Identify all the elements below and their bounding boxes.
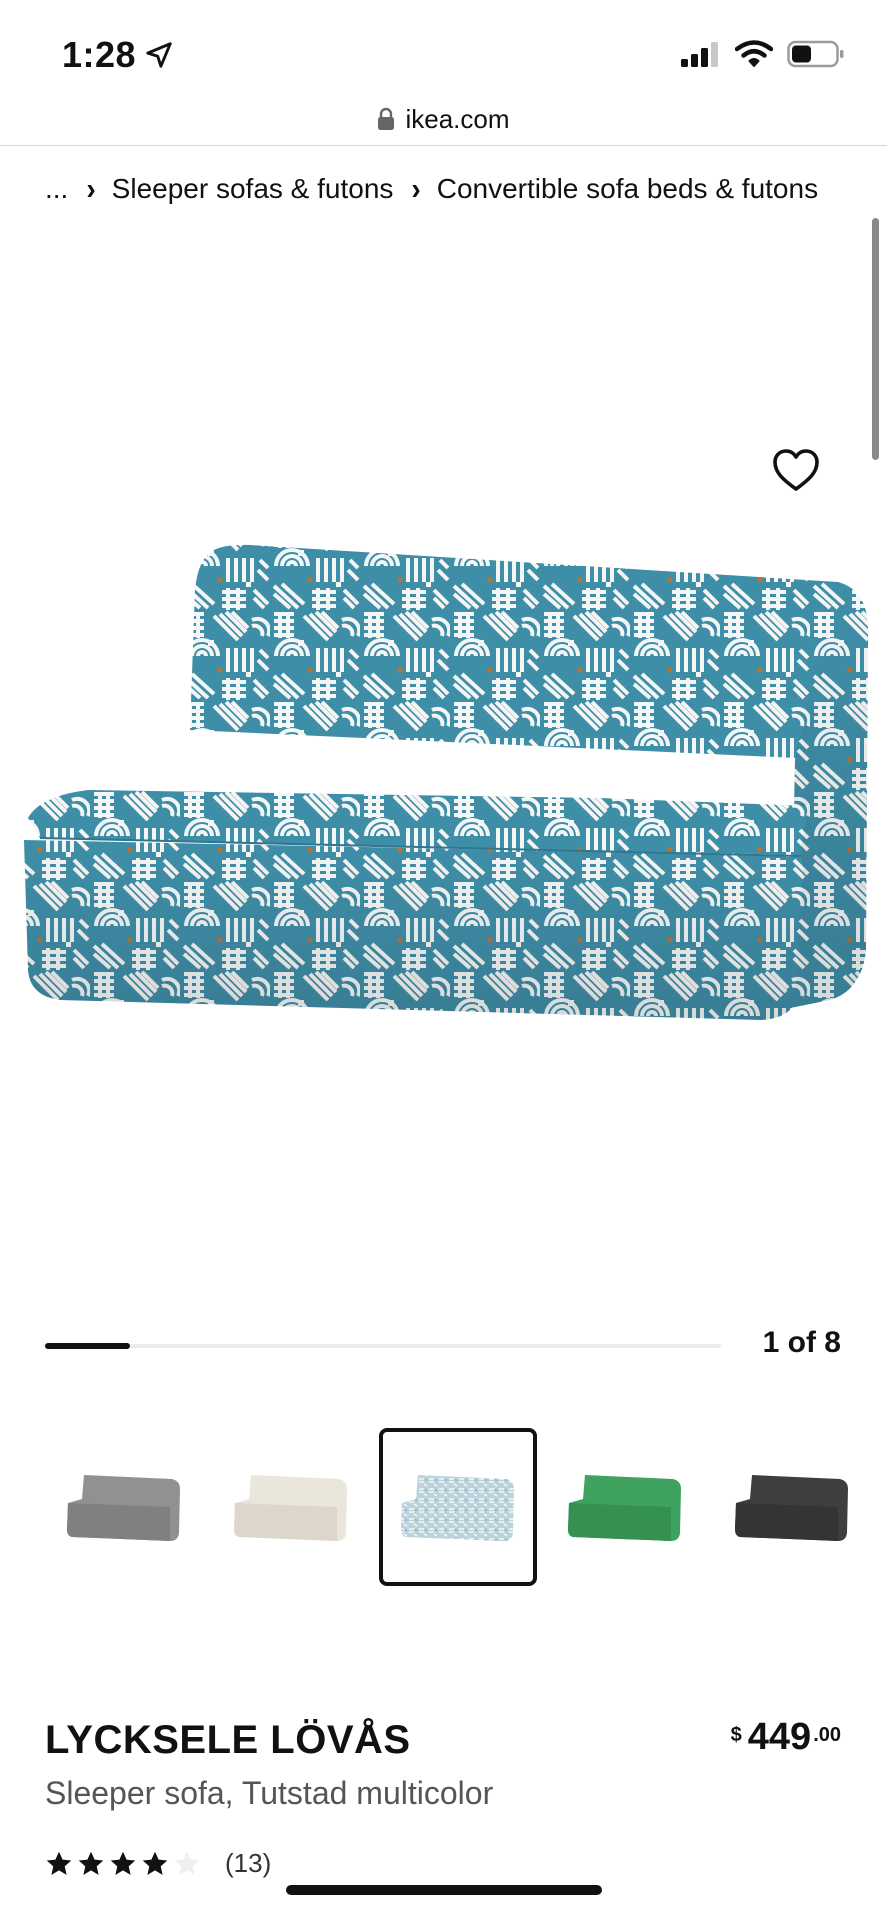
breadcrumb-item-more[interactable]: ... [45,173,68,204]
sofa-thumb-image [401,1475,514,1541]
page-scrollbar[interactable] [872,218,879,460]
sofa-thumb-image [67,1475,180,1541]
status-icons [681,40,845,68]
variant-thumb-tutstad-multicolor[interactable] [379,1428,537,1586]
sofa-thumb-image [568,1475,681,1541]
variant-thumb-gray[interactable] [45,1428,203,1586]
review-count: (13) [225,1848,272,1878]
product-price: $ 449 .00 [731,1716,841,1759]
star-filled-icon [46,1851,72,1875]
variant-thumb-dark-gray[interactable] [713,1428,871,1586]
carousel-progress-track [45,1344,721,1348]
price-cents: .00 [813,1724,841,1746]
variant-thumb-beige[interactable] [212,1428,370,1586]
star-filled-icon [78,1851,104,1875]
sofa-thumb-image [735,1475,848,1541]
carousel-progress-fill [45,1343,130,1349]
address-bar[interactable]: ikea.com [0,92,887,146]
star-filled-icon [142,1851,168,1875]
image-counter: 1 of 8 [762,1326,841,1359]
breadcrumb-item-sleeper-sofas[interactable]: Sleeper sofas & futons [112,173,394,204]
battery-icon [787,40,844,68]
rating-stars [45,1850,201,1878]
product-name: LYCKSELE LÖVÅS [45,1718,411,1762]
url-text: ikea.com [405,103,510,134]
chevron-right-icon: › [86,171,96,206]
variant-thumbnails [45,1428,887,1588]
location-arrow-icon [146,42,172,68]
product-rating[interactable]: (13) [45,1848,271,1879]
status-time-text: 1:28 [62,34,137,75]
cellular-signal-icon [681,42,718,67]
url-divider [0,145,887,146]
sofa-thumb-image [234,1475,347,1541]
wifi-icon [735,40,773,67]
breadcrumb: ... › Sleeper sofas & futons › Convertible s… [45,165,835,213]
product-description: Sleeper sofa, Tutstad multicolor [45,1775,494,1811]
price-currency: $ [730,1724,742,1746]
star-empty-icon [174,1851,200,1875]
home-indicator[interactable] [286,1885,602,1895]
breadcrumb-item-convertible-sofa-beds[interactable]: Convertible sofa beds & futons [437,173,818,204]
chevron-right-icon: › [411,171,421,206]
product-image[interactable] [0,520,887,1120]
heart-outline-icon[interactable] [772,448,820,492]
status-time: 1:28 [62,34,174,76]
lock-icon [378,107,395,130]
variant-thumb-green[interactable] [546,1428,704,1586]
price-whole: 449 [747,1716,812,1758]
star-filled-icon [110,1851,136,1875]
